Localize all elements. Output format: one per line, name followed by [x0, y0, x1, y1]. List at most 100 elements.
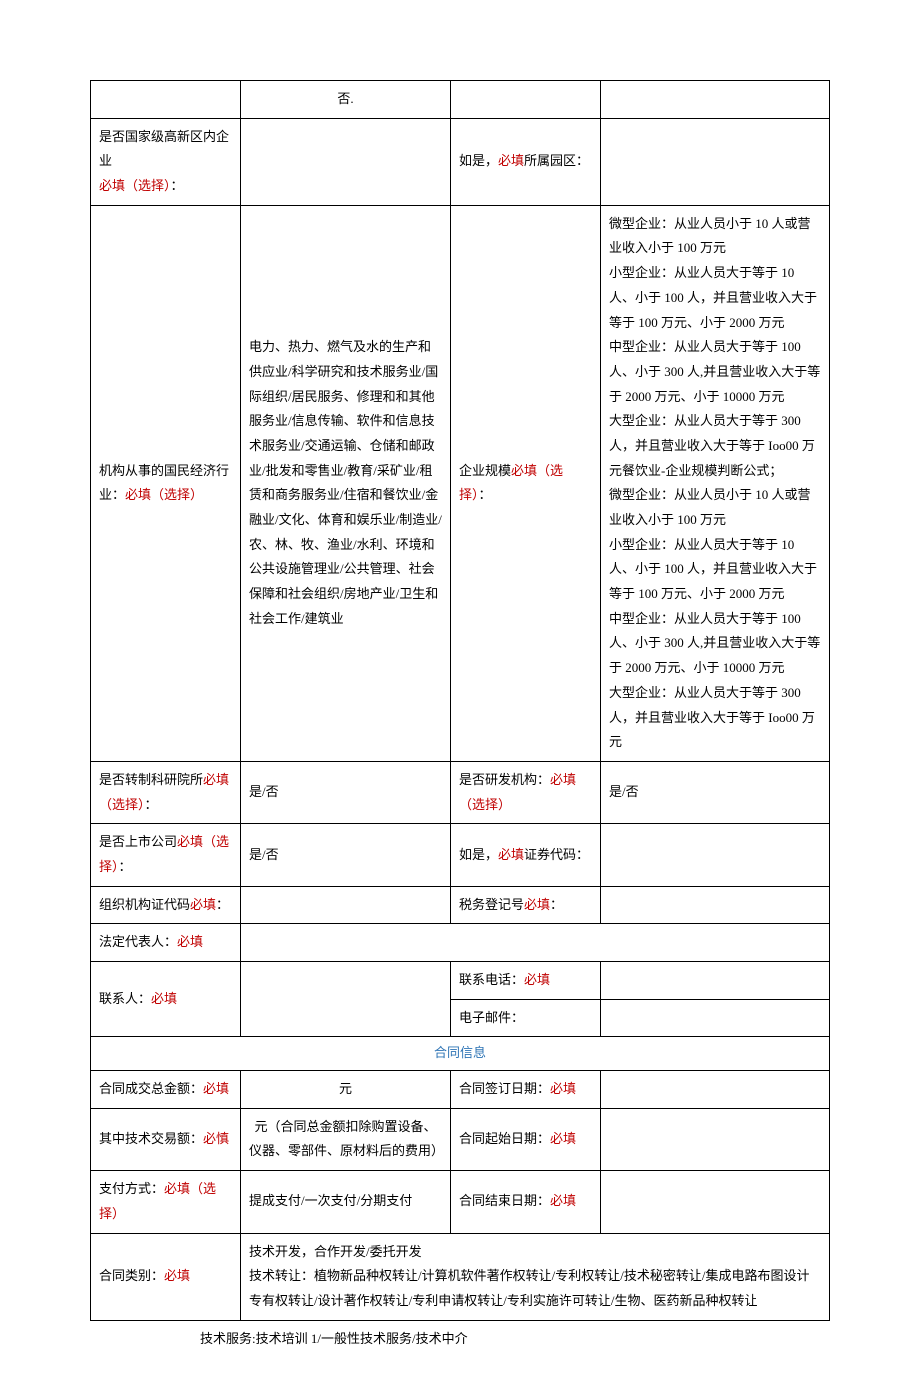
section-title: 合同信息	[91, 1037, 830, 1071]
label-text: 税务登记号	[459, 897, 524, 912]
field-label: 税务登记号必填：	[451, 886, 601, 924]
label-text: 如是，	[459, 153, 498, 168]
required-tag: 必填	[550, 1131, 576, 1146]
footer-note: 技术服务:技术培训 1/一般性技术服务/技术中介	[90, 1321, 830, 1352]
section-header-row: 合同信息	[91, 1037, 830, 1071]
field-label: 电子邮件：	[451, 999, 601, 1037]
label-text: 合同类别：	[99, 1268, 164, 1283]
required-tag: 必填	[177, 934, 203, 949]
cell: 电力、热力、燃气及水的生产和供应业/科学研究和技术服务业/国际组织/居民服务、修…	[241, 205, 451, 761]
label-text: 所属园区：	[524, 153, 589, 168]
required-tag: 必填	[498, 153, 524, 168]
field-label: 联系电话：必填	[451, 962, 601, 1000]
field-label: 是否上市公司必填（选择）：	[91, 824, 241, 886]
label-text: 是否国家级高新区内企业	[99, 129, 229, 169]
label-text: ：	[119, 859, 132, 874]
label-text: 合同成交总金额：	[99, 1081, 203, 1096]
field-label: 联系人：必填	[91, 962, 241, 1037]
required-tag: 必填（选择）	[125, 487, 203, 502]
table-row: 支付方式：必填（选择） 提成支付/一次支付/分期支付 合同结束日期：必填	[91, 1171, 830, 1233]
label-text: 法定代表人：	[99, 934, 177, 949]
label-text: 是否转制科研院所	[99, 772, 203, 787]
cell[interactable]	[601, 824, 830, 886]
label-text: ：	[145, 797, 158, 812]
required-tag: 必填	[190, 897, 216, 912]
label-text: 合同起始日期：	[459, 1131, 550, 1146]
label-text: 如是，	[459, 847, 498, 862]
label-text: ：	[216, 897, 229, 912]
cell[interactable]	[601, 118, 830, 205]
field-label: 合同结束日期：必填	[451, 1171, 601, 1233]
field-label: 组织机构证代码必填：	[91, 886, 241, 924]
required-tag: 必填	[151, 991, 177, 1006]
cell	[601, 81, 830, 119]
table-row: 其中技术交易额：必慎 元（合同总金额扣除购置设备、仪器、零部件、原材料后的费用）…	[91, 1108, 830, 1170]
field-label: 如是，必填证券代码：	[451, 824, 601, 886]
cell	[451, 81, 601, 119]
table-row: 否.	[91, 81, 830, 119]
cell[interactable]	[601, 962, 830, 1000]
cell[interactable]	[241, 924, 830, 962]
table-row: 合同类别：必填 技术开发，合作开发/委托开发 技术转让：植物新品种权转让/计算机…	[91, 1233, 830, 1320]
label-text: 是否上市公司	[99, 834, 177, 849]
field-label: 如是，必填所属园区：	[451, 118, 601, 205]
table-row: 是否上市公司必填（选择）： 是/否 如是，必填证券代码：	[91, 824, 830, 886]
table-row: 是否转制科研院所必填（选择）： 是/否 是否研发机构：必填（选择） 是/否	[91, 761, 830, 823]
label-text: 合同签订日期：	[459, 1081, 550, 1096]
cell: 技术开发，合作开发/委托开发 技术转让：植物新品种权转让/计算机软件著作权转让/…	[241, 1233, 830, 1320]
table-row: 机构从事的国民经济行业：必填（选择） 电力、热力、燃气及水的生产和供应业/科学研…	[91, 205, 830, 761]
field-label: 支付方式：必填（选择）	[91, 1171, 241, 1233]
label-text: 是否研发机构：	[459, 772, 550, 787]
label-text: ：	[479, 487, 492, 502]
cell: 否.	[241, 81, 451, 119]
form-table: 否. 是否国家级高新区内企业 必填（选择）： 如是，必填所属园区： 机构从事的国…	[90, 80, 830, 1321]
cell[interactable]	[601, 886, 830, 924]
required-tag: 必填	[550, 1081, 576, 1096]
cell	[91, 81, 241, 119]
cell[interactable]	[601, 1108, 830, 1170]
required-tag: 必填	[524, 972, 550, 987]
cell[interactable]	[241, 886, 451, 924]
field-label: 其中技术交易额：必慎	[91, 1108, 241, 1170]
label-text: 组织机构证代码	[99, 897, 190, 912]
cell[interactable]	[601, 999, 830, 1037]
table-row: 法定代表人：必填	[91, 924, 830, 962]
label-text: 联系电话：	[459, 972, 524, 987]
field-label: 合同签订日期：必填	[451, 1071, 601, 1109]
label-text: ：	[550, 897, 563, 912]
cell[interactable]	[601, 1071, 830, 1109]
cell[interactable]	[241, 962, 451, 1037]
label-text: 支付方式：	[99, 1181, 164, 1196]
cell[interactable]	[241, 118, 451, 205]
field-label: 合同起始日期：必填	[451, 1108, 601, 1170]
label-text: 联系人：	[99, 991, 151, 1006]
field-label: 机构从事的国民经济行业：必填（选择）	[91, 205, 241, 761]
cell: 是/否	[601, 761, 830, 823]
field-label: 合同类别：必填	[91, 1233, 241, 1320]
field-label: 是否研发机构：必填（选择）	[451, 761, 601, 823]
field-label: 合同成交总金额：必填	[91, 1071, 241, 1109]
cell[interactable]	[601, 1171, 830, 1233]
required-tag: 必填	[203, 1081, 229, 1096]
table-row: 联系人：必填 联系电话：必填	[91, 962, 830, 1000]
label-text: 证券代码：	[524, 847, 589, 862]
label-text: 其中技术交易额：	[99, 1131, 203, 1146]
cell: 是/否	[241, 761, 451, 823]
label-text: 企业规模	[459, 463, 511, 478]
label-text: ：	[171, 178, 184, 193]
cell: 是/否	[241, 824, 451, 886]
required-tag: 必慎	[203, 1131, 229, 1146]
required-tag: 必填	[164, 1268, 190, 1283]
field-label: 是否国家级高新区内企业 必填（选择）：	[91, 118, 241, 205]
table-row: 是否国家级高新区内企业 必填（选择）： 如是，必填所属园区：	[91, 118, 830, 205]
required-tag: 必填	[498, 847, 524, 862]
cell: 微型企业：从业人员小于 10 人或营业收入小于 100 万元 小型企业：从业人员…	[601, 205, 830, 761]
required-tag: 必填	[524, 897, 550, 912]
cell: 元	[241, 1071, 451, 1109]
label-text: 合同结束日期：	[459, 1193, 550, 1208]
field-label: 是否转制科研院所必填（选择）：	[91, 761, 241, 823]
required-tag: 必填（选择）	[99, 178, 171, 193]
cell: 提成支付/一次支付/分期支付	[241, 1171, 451, 1233]
cell: 元（合同总金额扣除购置设备、仪器、零部件、原材料后的费用）	[241, 1108, 451, 1170]
table-row: 合同成交总金额：必填 元 合同签订日期：必填	[91, 1071, 830, 1109]
